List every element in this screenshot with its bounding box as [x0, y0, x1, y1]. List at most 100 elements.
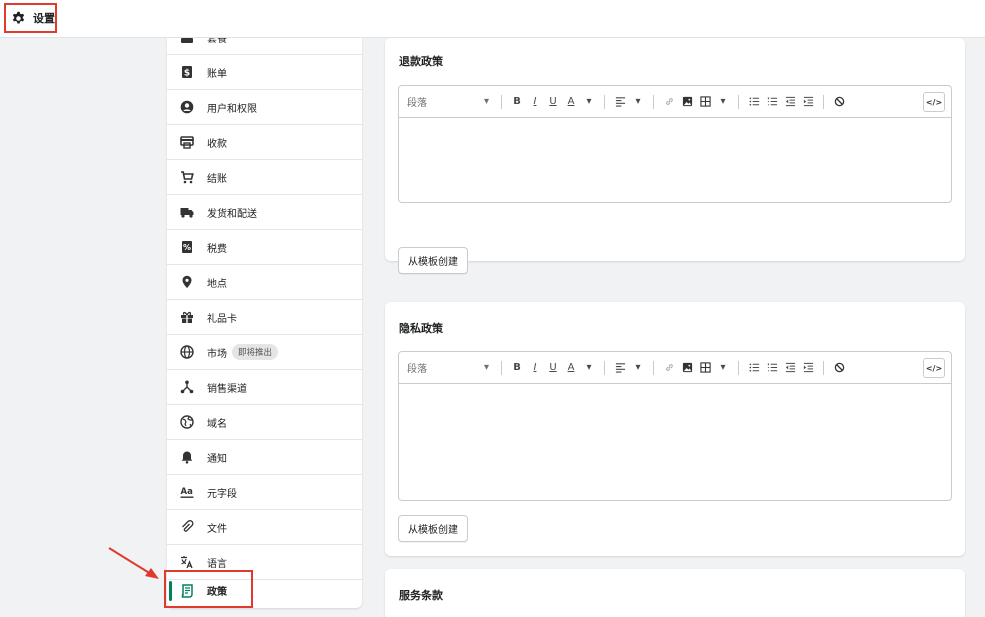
create-from-template-button[interactable]: 从模板创建 [398, 515, 468, 542]
settings-sidebar: 套餐 $ 账单 用户和权限 收款 结账 发货和配送 % 税费 地点 礼品卡 市场… [167, 38, 362, 608]
link-button[interactable] [662, 360, 676, 376]
svg-text:%: % [183, 243, 191, 252]
sidebar-item-metafields[interactable]: Aa 元字段 [167, 475, 362, 510]
align-button[interactable] [613, 360, 627, 376]
chevron-down-icon: ▾ [635, 362, 641, 373]
privacy-policy-card: 隐私政策 段落 ▾ B I U A ▾ ▾ ▾ </> 从模板创建 [385, 302, 965, 556]
clear-format-button[interactable] [832, 94, 846, 110]
translate-icon [180, 555, 194, 569]
italic-button[interactable]: I [528, 360, 542, 376]
gift-icon [180, 310, 194, 324]
image-button[interactable] [680, 94, 694, 110]
sidebar-item-label: 销售渠道 [207, 383, 247, 395]
sidebar-item-label: 发货和配送 [207, 208, 257, 220]
top-bar: 设置 [0, 0, 985, 38]
sidebar-item-label: 通知 [207, 453, 227, 465]
clear-format-icon [834, 362, 844, 373]
sidebar-item-label: 账单 [207, 68, 227, 80]
code-view-button[interactable]: </> [923, 358, 945, 378]
sidebar-item-taxes[interactable]: % 税费 [167, 230, 362, 265]
sidebar-item-users[interactable]: 用户和权限 [167, 90, 362, 125]
clear-format-icon [834, 96, 844, 107]
underline-button[interactable]: U [546, 94, 560, 110]
indent-icon [803, 96, 813, 107]
chevron-down-icon: ▾ [586, 96, 592, 107]
settings-header[interactable]: 设置 [4, 3, 57, 33]
sidebar-item-label: 结账 [207, 173, 227, 185]
format-select-value: 段落 [407, 98, 427, 109]
sidebar-item-notifications[interactable]: 通知 [167, 440, 362, 475]
indent-button[interactable] [801, 94, 815, 110]
privacy-policy-title: 隐私政策 [399, 322, 443, 335]
italic-button[interactable]: I [528, 94, 542, 110]
image-button[interactable] [680, 360, 694, 376]
sidebar-item-billing[interactable]: $ 账单 [167, 55, 362, 90]
format-select[interactable]: 段落 ▾ [407, 94, 495, 109]
privacy-policy-editor[interactable]: 段落 ▾ B I U A ▾ ▾ ▾ </> [398, 351, 952, 501]
code-view-button[interactable]: </> [923, 92, 945, 112]
sidebar-item-label: 礼品卡 [207, 313, 237, 325]
sidebar-item-label: 地点 [207, 278, 227, 290]
annotation-arrow [108, 547, 159, 579]
bold-button[interactable]: B [510, 94, 524, 110]
sidebar-item-markets[interactable]: 市场 即将推出 [167, 335, 362, 370]
table-icon [699, 362, 711, 373]
user-icon [180, 100, 194, 114]
align-button[interactable] [613, 94, 627, 110]
numbered-list-button[interactable] [765, 360, 779, 376]
sidebar-item-locations[interactable]: 地点 [167, 265, 362, 300]
indent-icon [803, 362, 813, 373]
refund-policy-editor[interactable]: 段落 ▾ B I U A ▾ ▾ ▾ </> [398, 85, 952, 203]
dropdown-arrow-icon: ▾ [483, 362, 489, 373]
outdent-button[interactable] [783, 94, 797, 110]
billing-icon: $ [180, 65, 194, 79]
sidebar-item-label: 域名 [207, 418, 227, 430]
location-icon [180, 275, 194, 289]
align-left-icon [615, 97, 625, 107]
sidebar-item-domains[interactable]: 域名 [167, 405, 362, 440]
sidebar-item-checkout[interactable]: 结账 [167, 160, 362, 195]
underline-button[interactable]: U [546, 360, 560, 376]
dropdown-arrow-icon: ▾ [483, 96, 489, 107]
sidebar-item-shipping[interactable]: 发货和配送 [167, 195, 362, 230]
text-color-button[interactable]: A [564, 360, 578, 376]
coming-soon-badge: 即将推出 [232, 344, 279, 360]
sidebar-item-label: 用户和权限 [207, 103, 257, 115]
bold-button[interactable]: B [510, 360, 524, 376]
numbered-list-button[interactable] [765, 94, 779, 110]
bullet-list-button[interactable] [747, 94, 761, 110]
sidebar-item-payments[interactable]: 收款 [167, 125, 362, 160]
table-icon [699, 96, 711, 107]
sidebar-item-files[interactable]: 文件 [167, 510, 362, 545]
sidebar-item-sales-channels[interactable]: 销售渠道 [167, 370, 362, 405]
text-color-button[interactable]: A [564, 94, 578, 110]
sidebar-item-plan[interactable]: 套餐 [167, 38, 362, 55]
outdent-icon [785, 362, 795, 373]
outdent-button[interactable] [783, 360, 797, 376]
cart-icon [180, 170, 194, 184]
table-button[interactable] [698, 360, 712, 376]
paperclip-icon [180, 520, 194, 534]
sidebar-item-label: 市场 [207, 348, 227, 360]
policies-highlight-box [164, 570, 253, 608]
image-icon [682, 96, 692, 107]
chevron-down-icon: ▾ [586, 362, 592, 373]
sidebar-item-gift-cards[interactable]: 礼品卡 [167, 300, 362, 335]
chevron-down-icon: ▾ [720, 96, 726, 107]
bullet-list-icon [749, 363, 759, 372]
clear-format-button[interactable] [832, 360, 846, 376]
terms-of-service-card: 服务条款 [385, 569, 965, 617]
domain-icon [180, 415, 194, 429]
link-icon [665, 98, 673, 105]
channels-icon [180, 380, 194, 394]
create-from-template-button[interactable]: 从模板创建 [398, 247, 468, 274]
numbered-list-icon [767, 97, 777, 106]
indent-button[interactable] [801, 360, 815, 376]
format-select[interactable]: 段落 ▾ [407, 360, 495, 375]
bullet-list-icon [749, 97, 759, 106]
bullet-list-button[interactable] [747, 360, 761, 376]
format-select-value: 段落 [407, 364, 427, 375]
link-button[interactable] [662, 94, 676, 110]
svg-text:Aa: Aa [181, 487, 194, 497]
table-button[interactable] [698, 94, 712, 110]
